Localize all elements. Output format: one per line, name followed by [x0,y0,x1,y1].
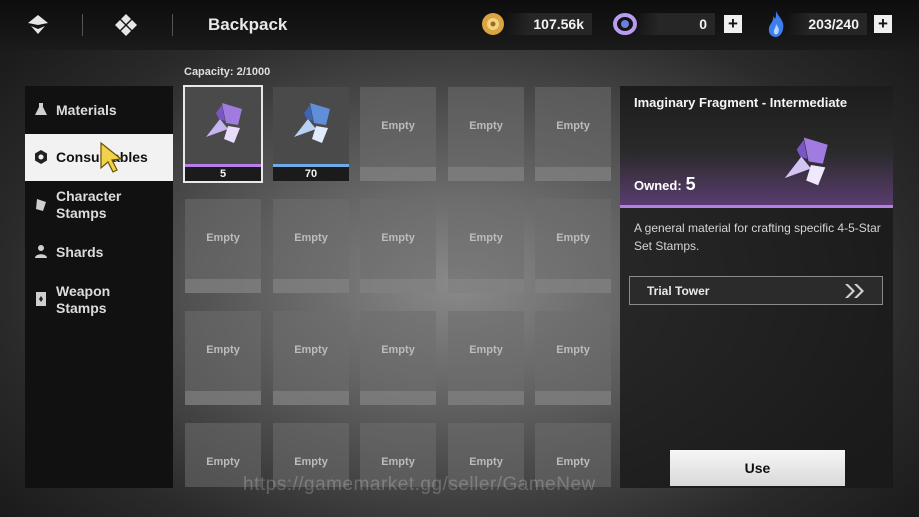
owned-count: Owned: 5 [634,174,696,195]
add-stamina-button[interactable]: + [874,15,892,33]
empty-slot[interactable]: Empty [360,311,436,405]
empty-slot[interactable]: Empty [448,87,524,181]
stamina-resource: 203/240 [765,11,867,37]
gold-coin-icon [482,13,504,35]
empty-slot-label: Empty [556,232,590,244]
capacity-label: Capacity: 2/1000 [184,66,271,78]
empty-slot[interactable]: Empty [185,199,261,293]
slot-footer [448,279,524,293]
item-title: Imaginary Fragment - Intermediate [634,95,848,110]
empty-slot-label: Empty [206,232,240,244]
coin-value: 107.56k [506,13,592,35]
pointer-cursor [100,141,123,173]
purple-fragment-icon [784,137,828,186]
empty-slot-label: Empty [469,456,503,468]
empty-slot-label: Empty [294,344,328,356]
item-count: 70 [273,167,349,181]
slot-footer [273,391,349,405]
empty-slot-label: Empty [294,232,328,244]
empty-slot-label: Empty [206,344,240,356]
detail-header: Imaginary Fragment - Intermediate Owned:… [620,86,893,206]
empty-slot-label: Empty [381,120,415,132]
ring-value: 0 [635,13,715,35]
slot-footer [273,279,349,293]
purple-fragment-icon [206,103,242,143]
slot-footer [185,279,261,293]
slot-footer [535,167,611,181]
top-bar: Backpack 107.56k 0 + 203/240 + [0,0,919,50]
slot-footer [448,391,524,405]
stamina-value: 203/240 [787,13,867,35]
page-title: Backpack [208,15,288,34]
item-slot-imaginary-fragment-intermediate[interactable]: 5 [183,85,263,183]
sidebar-item-materials[interactable]: Materials [25,100,173,120]
diamond-menu-icon[interactable] [113,12,139,38]
empty-slot[interactable]: Empty [273,311,349,405]
owned-label: Owned: [634,178,682,193]
slot-footer [360,167,436,181]
empty-slot-label: Empty [556,456,590,468]
slot-footer [360,279,436,293]
item-description: A general material for crafting specific… [634,221,881,253]
empty-slot[interactable]: Empty [360,199,436,293]
item-detail-panel: Imaginary Fragment - Intermediate Owned:… [620,86,893,488]
empty-slot-label: Empty [556,120,590,132]
empty-slot[interactable]: Empty [535,199,611,293]
slot-footer [535,279,611,293]
flask-icon [35,103,47,115]
double-chevron-right-icon [845,284,864,298]
source-trial-tower-button[interactable]: Trial Tower [629,276,883,305]
use-button[interactable]: Use [670,450,845,486]
person-icon [35,245,47,258]
separator [82,14,83,36]
slot-footer [535,391,611,405]
empty-slot-label: Empty [381,344,415,356]
empty-slot-label: Empty [294,456,328,468]
sidebar-item-weapon-stamps[interactable]: Weapon Stamps [25,281,173,321]
empty-slot-label: Empty [469,120,503,132]
empty-slot-label: Empty [206,456,240,468]
blue-fragment-icon [294,103,330,143]
slot-footer [448,167,524,181]
coin-resource: 107.56k [480,13,592,35]
stamp-icon [36,199,46,211]
sidebar-item-character-stamps[interactable]: Character Stamps [25,186,173,226]
empty-slot[interactable]: Empty [185,311,261,405]
logo-icon[interactable] [25,12,51,38]
sidebar-item-label: Character Stamps [56,188,122,221]
hexagon-icon [35,150,47,164]
empty-slot[interactable]: Empty [273,199,349,293]
empty-slot[interactable]: Empty [535,87,611,181]
item-slot-blue-fragment[interactable]: 70 [273,87,349,181]
blue-flame-icon [768,11,784,37]
empty-slot-label: Empty [556,344,590,356]
item-count: 5 [185,167,261,181]
sidebar-item-label: Shards [56,244,104,260]
sidebar-item-label: Weapon Stamps [56,283,111,316]
empty-slot-label: Empty [469,344,503,356]
slot-footer [360,391,436,405]
empty-slot[interactable]: Empty [448,311,524,405]
source-label: Trial Tower [647,284,710,298]
empty-slot[interactable]: Empty [448,199,524,293]
empty-slot[interactable]: Empty [360,87,436,181]
add-ring-button[interactable]: + [724,15,742,33]
rarity-bar [620,205,893,208]
sidebar-item-label: Materials [56,102,117,118]
empty-slot-label: Empty [381,456,415,468]
slot-footer [185,391,261,405]
empty-slot-label: Empty [381,232,415,244]
card-icon [36,292,46,306]
empty-slot-label: Empty [469,232,503,244]
owned-value: 5 [685,174,696,194]
watermark-text: https://gamemarket.gg/seller/GameNew [243,474,596,495]
ring-resource: 0 [612,13,715,35]
sidebar-item-shards[interactable]: Shards [25,242,173,262]
empty-slot[interactable]: Empty [535,311,611,405]
separator [172,14,173,36]
